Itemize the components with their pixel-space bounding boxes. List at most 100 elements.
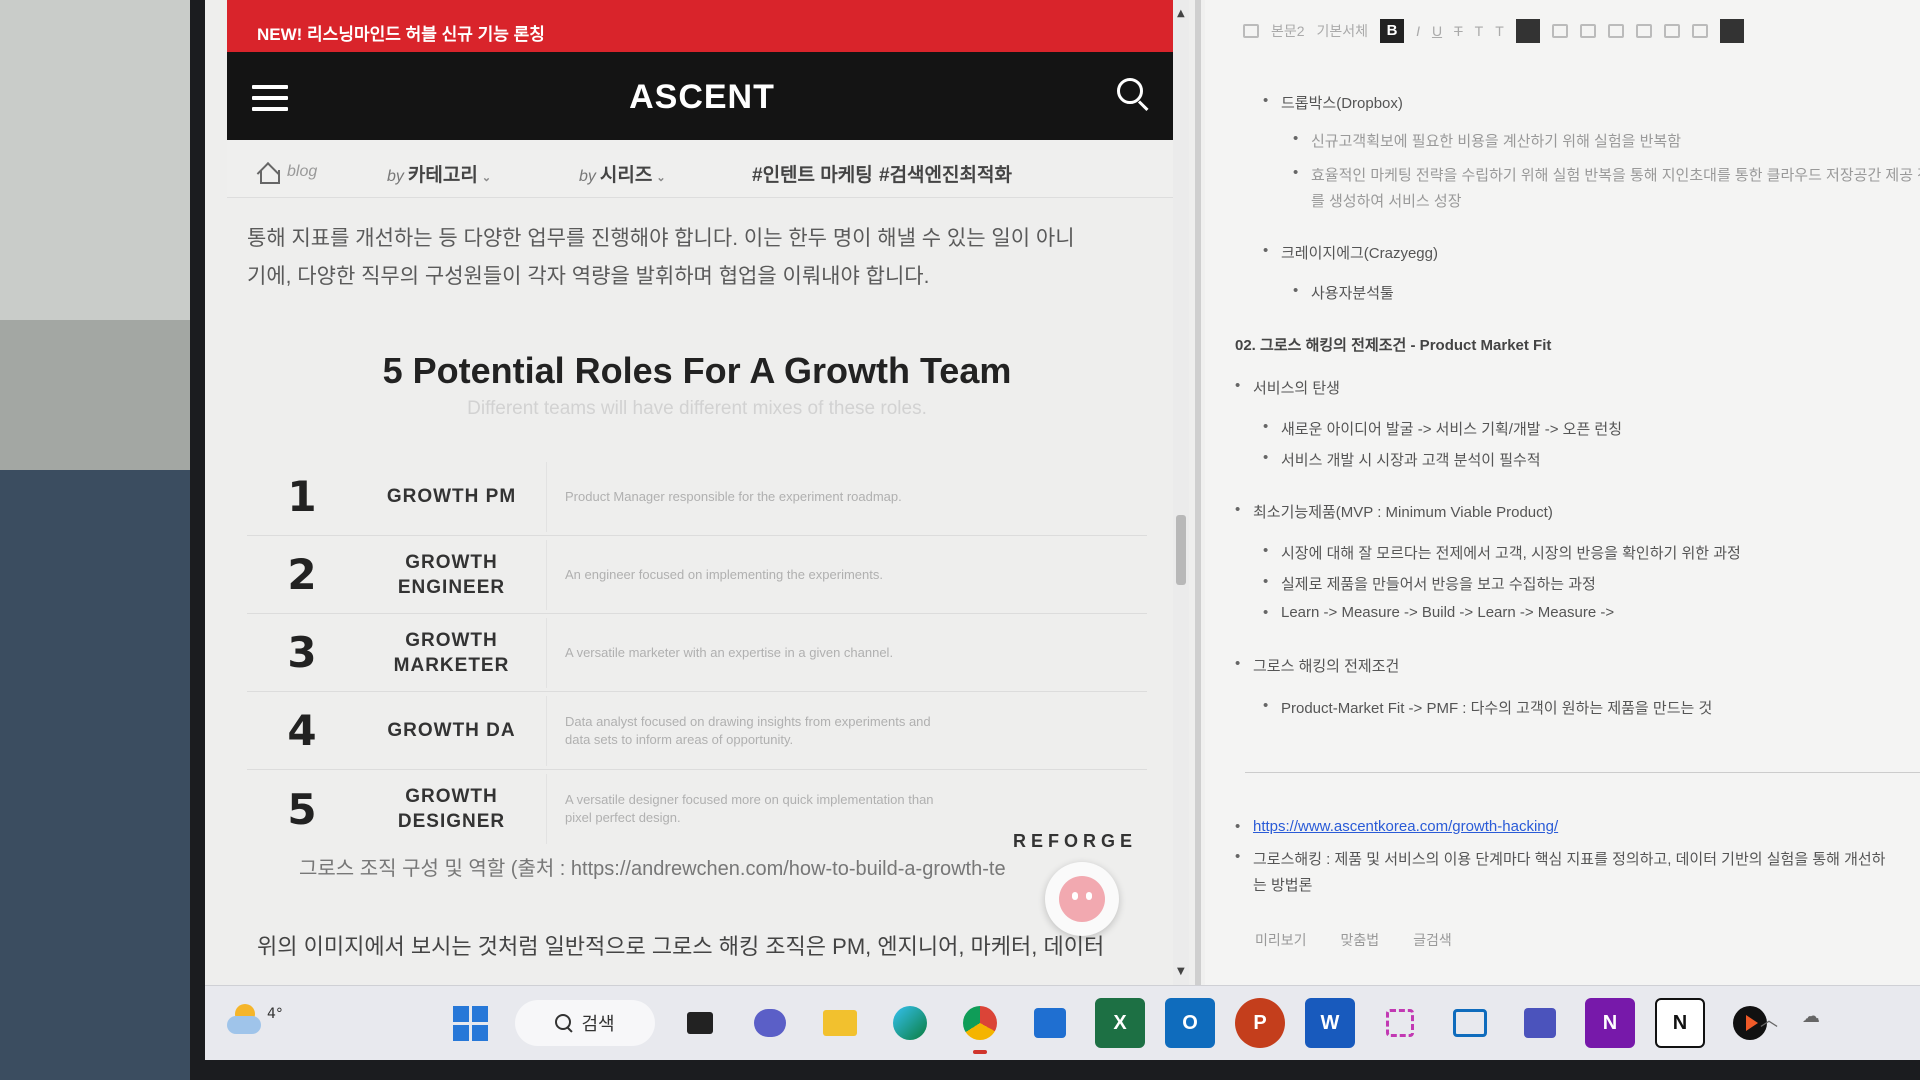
edge-icon[interactable] <box>885 998 935 1048</box>
search-icon[interactable] <box>1117 78 1151 112</box>
site-nav: blog by 카테고리 ⌄ by 시리즈 ⌄ #인텐트 마케팅 #검색엔진최적화 <box>227 140 1187 198</box>
excel-icon[interactable]: X <box>1095 998 1145 1048</box>
align-left-icon[interactable] <box>1515 19 1540 43</box>
word-icon[interactable]: W <box>1305 998 1355 1048</box>
role-number: 4 <box>287 706 317 755</box>
background-band <box>0 320 190 470</box>
figure-title: 5 Potential Roles For A Growth Team <box>382 350 1012 391</box>
outline-item[interactable]: 사용자분석툴 <box>1293 282 1394 303</box>
taskbar-search[interactable]: 검색 <box>515 1000 655 1046</box>
outline-heading[interactable]: 02. 그로스 해킹의 전제조건 - Product Market Fit <box>1235 334 1551 355</box>
underline-button[interactable]: U <box>1432 23 1442 39</box>
role-description: An engineer focused on implementing the … <box>565 566 883 582</box>
chevron-down-icon: ⌄ <box>656 172 666 184</box>
outline-item[interactable]: 실제로 제품을 만들어서 반응을 보고 수집하는 과정 <box>1263 573 1596 594</box>
role-row: 1 GROWTH PM Product Manager responsible … <box>247 458 1147 536</box>
outlook-icon[interactable]: O <box>1165 998 1215 1048</box>
teams-icon[interactable] <box>1515 998 1565 1048</box>
bold-button[interactable]: B <box>1380 19 1405 43</box>
weather-temperature: 4° <box>267 1006 283 1022</box>
task-view-icon[interactable] <box>675 998 725 1048</box>
align-justify-icon[interactable] <box>1607 24 1624 38</box>
teams-meet-icon[interactable] <box>745 998 795 1048</box>
background-scene <box>0 0 190 1080</box>
nav-series-dropdown[interactable]: by 시리즈 ⌄ <box>579 160 666 187</box>
preview-button[interactable]: 미리보기 <box>1255 930 1307 950</box>
role-name: GROWTH DA <box>357 695 547 766</box>
store-icon[interactable] <box>1025 998 1075 1048</box>
spellcheck-button[interactable]: 맞춤법 <box>1341 930 1380 950</box>
scroll-up-arrow-icon[interactable]: ▲ <box>1177 8 1185 19</box>
browser-pane: NEW! 리스닝마인드 허블 신규 기능 론칭 ASCENT blog by 카테… <box>205 0 1200 985</box>
chat-face-icon <box>1059 876 1105 922</box>
outline-item[interactable]: 효율적인 마케팅 전략을 수립하기 위해 실험 반복을 통해 지인초대를 통한 … <box>1293 164 1920 185</box>
text-color-button[interactable]: T <box>1475 23 1484 39</box>
outline-item[interactable]: Product-Market Fit -> PMF : 다수의 고객이 원하는 … <box>1263 697 1712 718</box>
tray-chevron-up-icon[interactable]: ︿ <box>1760 1006 1778 1032</box>
outline-item[interactable]: 신규고객획보에 필요한 비용을 계산하기 위해 실험을 반복함 <box>1293 130 1681 151</box>
outline-link[interactable]: https://www.ascentkorea.com/growth-hacki… <box>1235 818 1558 835</box>
outline-item[interactable]: 시장에 대해 잘 모르다는 전제에서 고객, 시장의 반응을 확인하기 위한 과… <box>1263 542 1741 563</box>
file-explorer-icon[interactable] <box>815 998 865 1048</box>
scroll-down-arrow-icon[interactable]: ▼ <box>1177 966 1185 977</box>
align-right-icon[interactable] <box>1579 24 1596 38</box>
pane-divider[interactable] <box>1195 0 1201 985</box>
align-center-icon[interactable] <box>1551 24 1568 38</box>
nav-tag-intent-marketing[interactable]: #인텐트 마케팅 <box>752 160 873 187</box>
style-dropdown[interactable]: 본문2 <box>1271 21 1305 41</box>
paragraph-line: 통해 지표를 개선하는 등 다양한 업무를 진행해야 합니다. 이는 한두 명이… <box>247 227 1075 250</box>
browser-scrollbar[interactable]: ▲ ▼ <box>1173 0 1189 985</box>
start-icon[interactable] <box>445 998 495 1048</box>
nav-tag-seo[interactable]: #검색엔진최적화 <box>879 160 1012 187</box>
scrollbar-thumb[interactable] <box>1176 515 1186 585</box>
strikethrough-button[interactable]: T <box>1454 23 1463 39</box>
more-options-icon[interactable] <box>1719 19 1744 43</box>
outline-item[interactable]: 서비스 개발 시 시장과 고객 분석이 필수적 <box>1263 449 1541 470</box>
outline-item[interactable]: 그로스해킹 : 제품 및 서비스의 이용 단계마다 핵심 지표를 정의하고, 데… <box>1235 848 1885 869</box>
nav-category-dropdown[interactable]: by 카테고리 ⌄ <box>387 160 491 187</box>
snipping-tool-icon[interactable] <box>1375 998 1425 1048</box>
role-description: A versatile designer focused more on qui… <box>565 792 934 825</box>
paragraph-line: 기에, 다양한 직무의 구성원들이 각자 역량을 발휘하며 협업을 이뤄내야 합… <box>247 265 930 288</box>
role-number: 5 <box>287 784 317 834</box>
notion-icon[interactable]: N <box>1655 998 1705 1048</box>
cloud-sync-icon[interactable]: ☁ <box>1802 1006 1820 1032</box>
outline-item[interactable]: 서비스의 탄생 <box>1235 377 1340 398</box>
powerpoint-icon[interactable]: P <box>1235 998 1285 1048</box>
figure-brand-logo: REFORGE <box>1012 831 1137 851</box>
taskbar-search-label: 검색 <box>581 1014 615 1035</box>
role-number: 3 <box>287 628 317 677</box>
nav-home[interactable]: blog <box>257 162 318 184</box>
outline-item[interactable]: Learn -> Measure -> Build -> Learn -> Me… <box>1263 604 1614 621</box>
outline-item[interactable]: 새로운 아이디어 발굴 -> 서비스 기획/개발 -> 오픈 런칭 <box>1263 418 1622 439</box>
outline-item[interactable]: 를 생성하여 서비스 성장 <box>1311 190 1462 211</box>
editor-pane: 본문2 기본서체 B I U T T T 드롭박스(Dropbox) 신규고객획… <box>1205 0 1920 985</box>
font-dropdown[interactable]: 기본서체 <box>1317 21 1369 41</box>
italic-button[interactable]: I <box>1416 23 1420 39</box>
weather-widget[interactable]: 4° <box>225 1000 283 1040</box>
role-row: 4 GROWTH DA Data analyst focused on draw… <box>247 692 1147 770</box>
quote-icon[interactable] <box>1635 24 1652 38</box>
growth-roles-figure: 5 Potential Roles For A Growth Team Diff… <box>227 340 1167 860</box>
outline-item[interactable]: 크레이지에그(Crazyegg) <box>1263 242 1438 263</box>
onenote-icon[interactable]: N <box>1585 998 1635 1048</box>
outline-item[interactable]: 는 방법론 <box>1253 874 1312 895</box>
nav-home-label: blog <box>287 163 318 180</box>
reader-icon[interactable] <box>1445 998 1495 1048</box>
table-icon[interactable] <box>1691 24 1708 38</box>
emoji-icon[interactable] <box>1663 24 1680 38</box>
editor-footer: 미리보기 맞춤법 글검색 <box>1255 930 1452 950</box>
outline-item[interactable]: 최소기능제품(MVP : Minimum Viable Product) <box>1235 501 1553 522</box>
article-paragraph-bottom: 위의 이미지에서 보시는 것처럼 일반적으로 그로스 해킹 조직은 PM, 엔지… <box>257 934 1105 959</box>
text-search-button[interactable]: 글검색 <box>1413 930 1452 950</box>
chat-widget-button[interactable] <box>1045 862 1119 936</box>
outline-item[interactable]: 그로스 해킹의 전제조건 <box>1235 655 1399 676</box>
nav-series-label: 시리즈 <box>599 165 653 186</box>
outline-item[interactable]: 드롭박스(Dropbox) <box>1263 92 1403 113</box>
taskbar-apps: 검색 X O P W N N <box>445 998 1775 1054</box>
site-logo[interactable]: ASCENT <box>227 78 1177 117</box>
clear-format-button[interactable]: T <box>1495 23 1504 39</box>
promo-banner[interactable]: NEW! 리스닝마인드 허블 신규 기능 론칭 <box>227 0 1177 52</box>
chrome-icon[interactable] <box>955 998 1005 1054</box>
insert-icon[interactable] <box>1243 24 1259 38</box>
